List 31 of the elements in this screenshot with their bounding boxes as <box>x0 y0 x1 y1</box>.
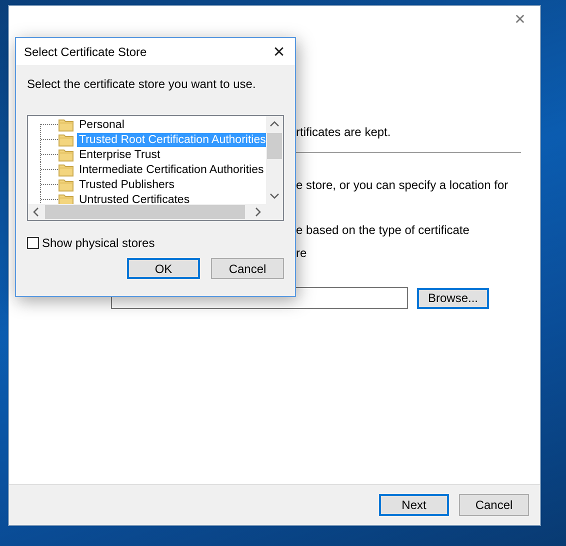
store-item[interactable]: Enterprise Trust <box>77 148 162 162</box>
folder-icon <box>58 192 74 204</box>
folder-icon <box>58 148 74 162</box>
description-text: re <box>296 246 308 260</box>
folder-icon <box>58 132 74 146</box>
close-button[interactable]: ✕ <box>269 42 289 62</box>
instruction-text: Select the certificate store you want to use. <box>27 77 257 91</box>
checkbox[interactable] <box>27 237 39 249</box>
tree-connector <box>38 192 58 204</box>
tree-connector <box>38 177 58 192</box>
dialog-title: Select Certificate Store <box>24 44 147 58</box>
store-item[interactable]: Personal <box>77 118 126 132</box>
checkbox-label: Show physical stores <box>42 236 155 250</box>
store-item[interactable]: Intermediate Certification Authorities <box>77 162 266 176</box>
store-item[interactable]: Trusted Publishers <box>77 178 176 192</box>
folder-icon <box>58 178 74 192</box>
vertical-scrollbar[interactable] <box>266 116 283 204</box>
tree-connector <box>38 162 58 177</box>
ok-button[interactable]: OK <box>127 258 200 279</box>
cancel-button[interactable]: Cancel <box>211 258 284 279</box>
tree-connector <box>38 147 58 162</box>
description-text: e store, or you can specify a location for <box>296 178 510 192</box>
cancel-button[interactable]: Cancel <box>459 494 529 516</box>
store-item[interactable]: Untrusted Certificates <box>77 192 192 204</box>
folder-icon <box>58 118 74 132</box>
next-button[interactable]: Next <box>379 494 449 516</box>
description-text: rtificates are kept. <box>296 125 392 139</box>
description-text: e based on the type of certificate <box>296 223 470 237</box>
browse-button[interactable]: Browse... <box>417 288 489 308</box>
close-button[interactable]: ✕ <box>510 10 530 30</box>
folder-icon <box>58 162 74 176</box>
